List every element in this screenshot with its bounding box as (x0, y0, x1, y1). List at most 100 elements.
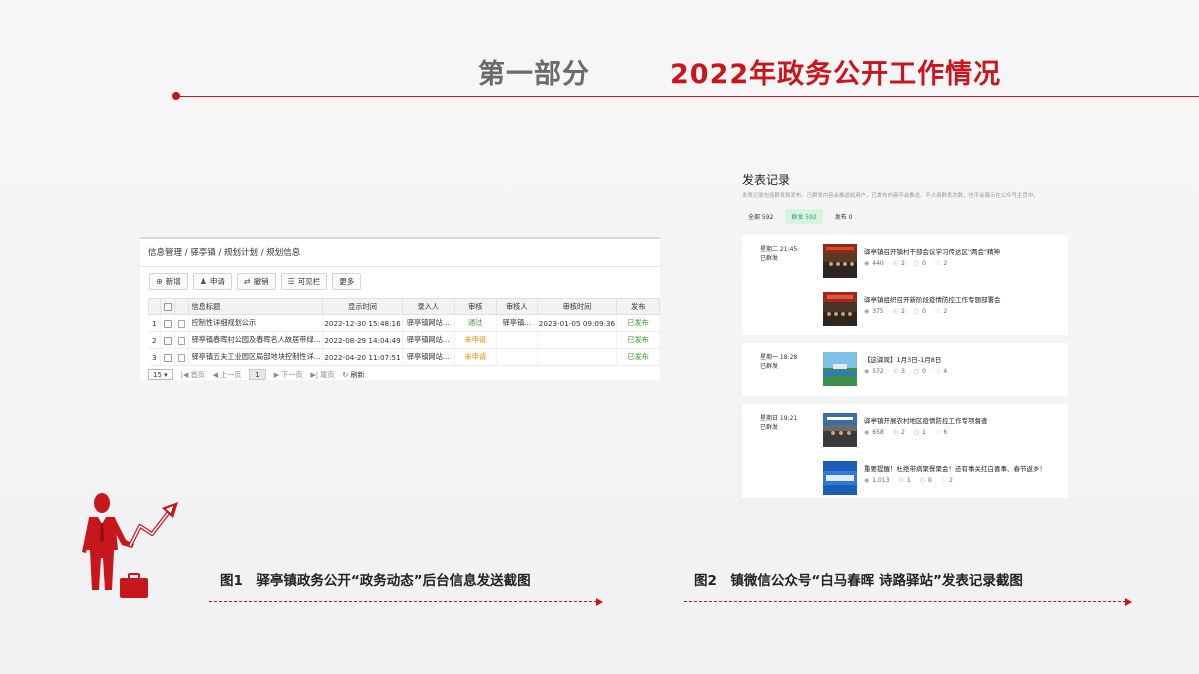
column-header-reviewer[interactable]: 审核人 (496, 298, 538, 315)
row-publish-status: 已发布 (616, 314, 660, 332)
column-header-review-time[interactable]: 审核时间 (536, 298, 618, 315)
columns-button-label: 可见栏 (297, 277, 321, 286)
eye-icon: ◉ (864, 429, 870, 436)
page-size-value: 15 (153, 370, 162, 379)
table-row[interactable]: 3 驿亭镇五夫工业园区局部地块控制性详... 2022-04-20 11:07:… (148, 348, 660, 366)
publish-date: 星期二 21:45 (760, 246, 798, 253)
header-divider (176, 96, 1199, 97)
publish-status: 已群发 (760, 255, 779, 262)
article-thumbnail (823, 244, 857, 278)
share-count: 1 (906, 477, 911, 484)
apply-button-label: 申请 (209, 277, 225, 286)
select-all-checkbox[interactable] (160, 298, 176, 315)
view-count: 658 (872, 429, 884, 436)
breadcrumb: 信息管理 / 驿亭镇 / 规划计划 / 规划信息 (148, 248, 301, 258)
like-count: 2 (949, 477, 953, 484)
column-header-time[interactable]: 显示时间 (322, 298, 403, 315)
share-icon: ☉ (892, 308, 899, 315)
table-row[interactable]: 1 控制性详细规划公示 2022-12-30 15:48:16 驿亭镇网站...… (148, 314, 660, 332)
article-thumbnail (823, 352, 857, 386)
document-icon (174, 348, 190, 366)
row-author: 驿亭镇网站... (402, 348, 455, 366)
row-author: 驿亭镇网站... (402, 314, 455, 332)
revoke-button[interactable]: ⇄ 撤销 (236, 273, 276, 290)
tab-all[interactable]: 全部 592 (742, 209, 779, 224)
first-page-label: 首页 (190, 370, 205, 379)
row-checkbox[interactable] (160, 348, 176, 366)
row-checkbox[interactable] (160, 331, 176, 349)
section-label: 第一部分 (478, 59, 590, 90)
eye-icon: ◉ (864, 368, 870, 375)
prev-page-button[interactable]: ◀ 上一页 (213, 370, 242, 380)
comment-count: 0 (927, 477, 932, 484)
tab-mass-send[interactable]: 群发 592 (785, 209, 823, 224)
row-time: 2022-12-30 15:48:16 (322, 314, 403, 332)
document-icon (174, 314, 190, 332)
row-publish-status: 已发布 (616, 348, 660, 366)
article-stats: ◉ 572 ☉ 3 ○ 0 ♡ 4 (864, 368, 947, 375)
row-title[interactable]: 驿亭镇春晖村公园及春晖名人故居带绿... (188, 331, 324, 349)
last-page-button[interactable]: ▶| 尾页 (310, 370, 334, 380)
add-button[interactable]: ⊕ 新增 (149, 273, 188, 290)
more-button-label: 更多 (339, 277, 355, 286)
plus-circle-icon: ⊕ (156, 277, 163, 286)
publish-group-time: 星期日 19:21 已群发 (760, 414, 797, 432)
row-review-time: 2023-01-05 09:09:36 (537, 314, 618, 332)
comment-icon: ○ (913, 429, 920, 436)
row-checkbox[interactable] (160, 314, 176, 332)
view-count: 375 (872, 308, 884, 315)
like-count: 2 (943, 260, 948, 267)
comment-icon: ○ (913, 260, 920, 267)
publish-status: 已群发 (760, 424, 779, 431)
row-review-time (537, 348, 618, 366)
last-page-icon: ▶| (310, 370, 319, 379)
share-icon: ☉ (892, 429, 899, 436)
figure-1-caption: 图1 驿亭镇政务公开“政务动态”后台信息发送截图 (220, 573, 531, 589)
row-publish-status: 已发布 (616, 331, 660, 349)
publish-group: 星期二 21:45 已群发 驿亭镇召开镇村干部会议学习传达区"两会"精神 ◉ 44… (742, 235, 1068, 335)
table-row[interactable]: 2 驿亭镇春晖村公园及春晖名人故居带绿... 2022-08-29 14:04:… (148, 331, 660, 349)
chevron-down-icon: ▾ (164, 370, 168, 379)
column-header-title[interactable]: 信息标题 (188, 298, 324, 315)
info-table: 信息标题 显示时间 录入人 审核 审核人 审核时间 发布 1 控制性详细规划公示… (147, 298, 660, 366)
article-stats: ◉ 375 ☉ 2 ○ 0 ♡ 2 (864, 308, 947, 315)
publish-records-description: 发表记录包括群发和发布。已群发内容会推送给用户，已发布内容不会推送，不占用群发次… (742, 193, 1039, 199)
share-icon: ☉ (892, 260, 899, 267)
article-thumbnail (823, 413, 857, 447)
more-button[interactable]: 更多 (332, 273, 362, 290)
column-header-review[interactable]: 审核 (453, 298, 498, 315)
tab-publish[interactable]: 发布 0 (829, 209, 859, 224)
article-stats: ◉ 658 ☉ 2 ○ 1 ♡ 6 (864, 429, 947, 436)
admin-screenshot: 信息管理 / 驿亭镇 / 规划计划 / 规划信息 ⊕ 新增 ♟ 申请 ⇄ 撤销 ☰ 可见… (140, 237, 660, 380)
like-count: 6 (943, 429, 948, 436)
comment-icon: ○ (913, 368, 920, 375)
publish-group-time: 星期二 21:45 已群发 (760, 245, 797, 263)
first-page-button[interactable]: |◀ 首页 (181, 370, 205, 380)
comment-count: 0 (922, 368, 926, 375)
pagination: 15 ▾ |◀ 首页 ◀ 上一页 1 ▶ 下一页 ▶| 尾页 ↻ 刷新 (148, 369, 364, 380)
row-time: 2022-04-20 11:07:51 (322, 348, 403, 366)
like-count: 4 (943, 368, 948, 375)
row-number-header (147, 298, 162, 315)
publish-date: 星期日 19:21 (760, 415, 798, 422)
next-page-button[interactable]: ▶ 下一页 (274, 370, 303, 380)
current-page[interactable]: 1 (249, 369, 266, 380)
article-title: 驿亭镇组织召开新阶段疫情防控工作专题部署会 (864, 296, 1001, 304)
row-title[interactable]: 驿亭镇五夫工业园区局部地块控制性详... (188, 348, 324, 366)
list-icon: ☰ (287, 277, 295, 286)
columns-button[interactable]: ☰ 可见栏 (280, 273, 328, 290)
row-title[interactable]: 控制性详细规划公示 (188, 314, 324, 332)
refresh-button[interactable]: ↻ 刷新 (342, 370, 364, 380)
column-header-publish[interactable]: 发布 (616, 298, 660, 315)
column-header-author[interactable]: 录入人 (401, 298, 455, 315)
publish-group: 星期日 19:21 已群发 驿亭镇开展农村地区疫情防控工作专项督查 ◉ 658 ☉… (742, 404, 1068, 498)
row-author: 驿亭镇网站... (402, 331, 455, 349)
publish-group-time: 星期一 18:28 已群发 (760, 353, 797, 371)
page-size-select[interactable]: 15 ▾ (148, 369, 173, 380)
comment-count: 0 (922, 308, 926, 315)
comment-count: 0 (922, 260, 926, 267)
row-time: 2022-08-29 14:04:49 (322, 331, 403, 349)
apply-button[interactable]: ♟ 申请 (192, 273, 232, 290)
article-stats: ◉ 440 ☉ 2 ○ 0 ♡ 2 (864, 260, 947, 267)
row-reviewer (496, 348, 538, 366)
